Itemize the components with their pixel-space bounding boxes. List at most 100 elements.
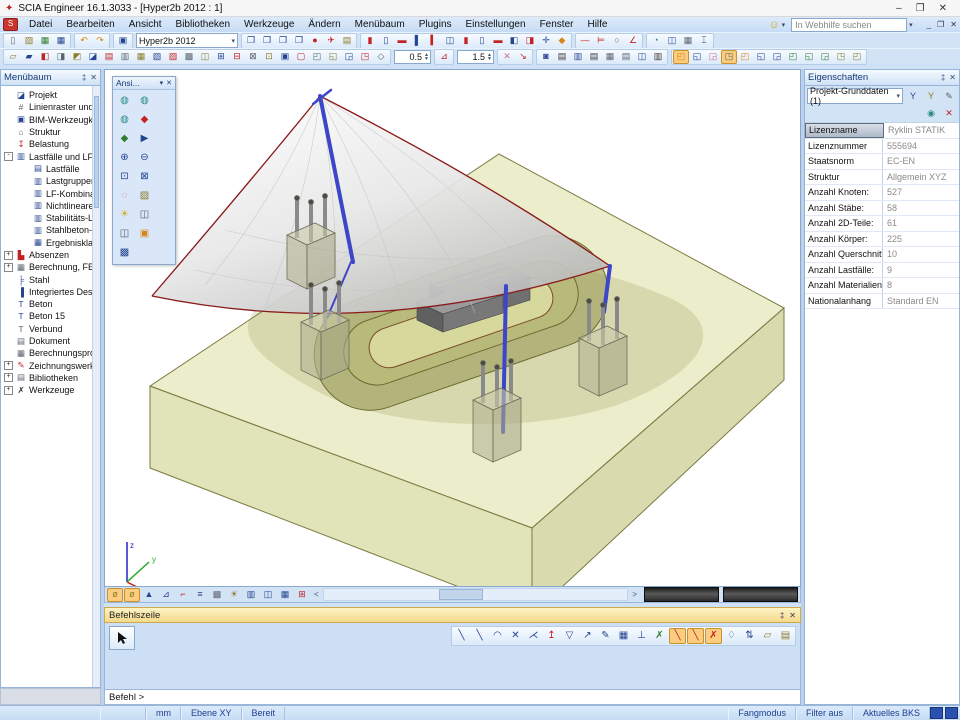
scroll-left-icon[interactable]: <: [311, 590, 322, 599]
tree-item[interactable]: ▤ Dokument: [1, 335, 100, 347]
picture-icon[interactable]: ◫: [634, 50, 650, 64]
move-icon[interactable]: ▱: [5, 50, 21, 64]
snap-active-edge-icon[interactable]: ╲: [687, 628, 704, 644]
axonometry-icon[interactable]: ◆: [135, 111, 154, 129]
tree-expander-icon[interactable]: +: [4, 373, 13, 382]
open-project-icon[interactable]: ▨: [21, 34, 37, 48]
new-project-icon[interactable]: ▯: [5, 34, 21, 48]
intersect-icon[interactable]: ⊡: [261, 50, 277, 64]
menu-item[interactable]: Ansicht: [122, 17, 169, 32]
zoom-in-icon[interactable]: ⊕: [115, 149, 134, 167]
measure-icon[interactable]: ◲: [341, 50, 357, 64]
zoom-all-icon[interactable]: ⊠: [135, 168, 154, 186]
zoom-window-icon[interactable]: ⊡: [115, 168, 134, 186]
tree-expander-icon[interactable]: +: [4, 361, 13, 370]
document-icon[interactable]: ▥: [570, 50, 586, 64]
property-row[interactable]: Anzahl 2D-Teile: 61: [805, 216, 959, 232]
tree-item[interactable]: # Linienraster und Geschosse: [1, 101, 100, 113]
visibility-on-icon[interactable]: ◰: [785, 50, 801, 64]
layers-icon[interactable]: ≡: [192, 588, 208, 602]
layer-filter-icon[interactable]: ◲: [769, 50, 785, 64]
wall-icon[interactable]: ◫: [442, 34, 458, 48]
section-icon[interactable]: ⌶: [696, 34, 712, 48]
arc-icon[interactable]: ∠: [625, 34, 641, 48]
menu-item[interactable]: Plugins: [412, 17, 459, 32]
edit-property-icon[interactable]: ✎: [941, 89, 957, 103]
tree-scrollbar[interactable]: [92, 86, 100, 687]
close-button[interactable]: ✕: [939, 3, 947, 14]
display-scale-spinner[interactable]: 1.5 ▲▼: [457, 50, 494, 64]
tree-item[interactable]: ▐ Integriertes Design Forms: [1, 286, 100, 298]
property-value[interactable]: 225: [883, 232, 959, 247]
join-icon[interactable]: ▧: [149, 50, 165, 64]
tree-item[interactable]: ▥ LF-Kombinationen: [1, 187, 100, 199]
property-row[interactable]: Anzahl Querschnitte: 10: [805, 247, 959, 263]
trim-icon[interactable]: ▤: [101, 50, 117, 64]
beam-icon[interactable]: ▬: [394, 34, 410, 48]
menu-item[interactable]: Datei: [22, 17, 59, 32]
record-icon[interactable]: ●: [307, 34, 323, 48]
project-open-icon[interactable]: ❐: [259, 34, 275, 48]
fit-scale-icon[interactable]: ↘: [515, 50, 531, 64]
view-z-icon[interactable]: ◍: [115, 111, 134, 129]
dimension-icon[interactable]: ◳: [357, 50, 373, 64]
model-view-icon[interactable]: ▲: [141, 588, 157, 602]
property-value[interactable]: 527: [883, 185, 959, 200]
calculator-icon[interactable]: ◙: [538, 50, 554, 64]
property-row[interactable]: Nationalanhang Standard EN: [805, 294, 959, 310]
status-cell[interactable]: Filter aus: [796, 707, 853, 720]
table-input-icon[interactable]: ▦: [680, 34, 696, 48]
explode-icon[interactable]: ▢: [293, 50, 309, 64]
snap-edit-icon[interactable]: ✎: [597, 628, 614, 644]
column-icon[interactable]: ▌: [410, 34, 426, 48]
project-import-icon[interactable]: ❐: [275, 34, 291, 48]
reference-icon[interactable]: ◇: [373, 50, 389, 64]
visibility-selection-icon[interactable]: ◲: [817, 50, 833, 64]
tree-item[interactable]: + ▙ Absenzen: [1, 249, 100, 261]
tree-expander-icon[interactable]: -: [4, 152, 13, 161]
tree-item[interactable]: ▥ Lastgruppen: [1, 175, 100, 187]
filter-icon[interactable]: Y: [905, 89, 921, 103]
delete-icon[interactable]: ⊠: [245, 50, 261, 64]
front-view-icon[interactable]: ◆: [115, 130, 134, 148]
support-icon[interactable]: ◧: [506, 34, 522, 48]
tree-item[interactable]: + ▤ Bibliotheken: [1, 372, 100, 384]
load-scale-spinner[interactable]: 0.5 ▲▼: [394, 50, 431, 64]
view-grid-icon[interactable]: ▦: [277, 588, 293, 602]
wireframe-icon[interactable]: ▩: [115, 244, 134, 262]
property-value[interactable]: EC-EN: [883, 154, 959, 169]
clipping-box-icon[interactable]: ◳: [833, 50, 849, 64]
tree-item[interactable]: + ✗ Werkzeuge: [1, 384, 100, 396]
snap-node-icon[interactable]: ⋌: [525, 628, 542, 644]
close-icon[interactable]: ✕: [166, 79, 172, 87]
visibility-off-icon[interactable]: ◱: [801, 50, 817, 64]
pin-icon[interactable]: ‡: [780, 611, 784, 620]
snap-endpoint-icon[interactable]: ✗: [651, 628, 668, 644]
snap-sort-icon[interactable]: ⇅: [741, 628, 758, 644]
tree-item[interactable]: + ▦ Berechnung, FE-Netz: [1, 261, 100, 273]
tree-item[interactable]: ⌂ Struktur: [1, 126, 100, 138]
array-icon[interactable]: ◫: [197, 50, 213, 64]
render-toggle-icon[interactable]: ▩: [209, 588, 225, 602]
property-value[interactable]: 9: [883, 263, 959, 278]
status-cell[interactable]: Aktuelles BKS: [853, 707, 930, 720]
tree-item[interactable]: ╞ Stahl: [1, 273, 100, 285]
union-icon[interactable]: ▣: [277, 50, 293, 64]
tree-expander-icon[interactable]: +: [4, 251, 13, 260]
color-ball-icon[interactable]: ◉: [923, 106, 939, 120]
menu-item[interactable]: Werkzeuge: [237, 17, 301, 32]
save-icon[interactable]: ▦: [37, 34, 53, 48]
tree-item[interactable]: ▣ BIM-Werkzeugkasten: [1, 114, 100, 126]
snap-intersection-icon[interactable]: ✕: [507, 628, 524, 644]
property-row[interactable]: Staatsnorm EC-EN: [805, 154, 959, 170]
activity-selection-icon[interactable]: ◲: [705, 50, 721, 64]
maximize-button[interactable]: ❐: [916, 3, 925, 14]
horizontal-scrollbar[interactable]: [323, 588, 629, 601]
printer-icon[interactable]: ▤: [586, 50, 602, 64]
tree-item[interactable]: ↧ Belastung: [1, 138, 100, 150]
scale-icon[interactable]: ◩: [69, 50, 85, 64]
opening-icon[interactable]: ▬: [490, 34, 506, 48]
view-parameters-2-icon[interactable]: ø: [124, 588, 140, 602]
view-y-icon[interactable]: ◍: [135, 92, 154, 110]
project-combo[interactable]: Hyper2b 2012 ▾: [136, 33, 238, 48]
